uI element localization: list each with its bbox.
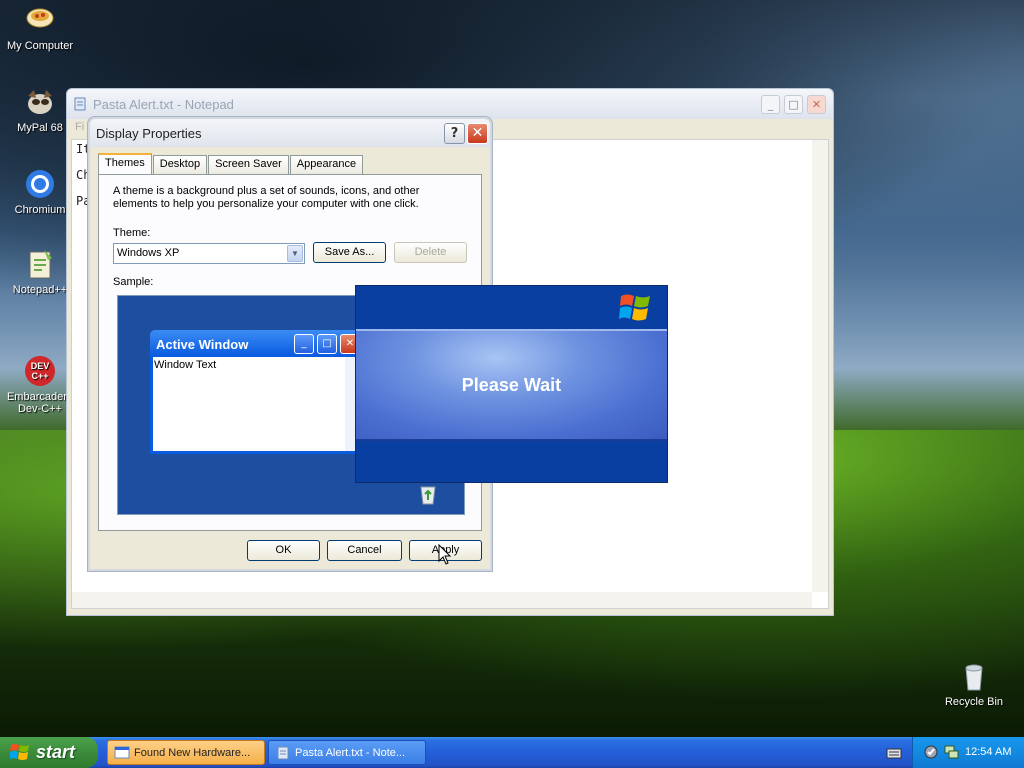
desktop-icon-label: Recycle Bin — [944, 696, 1004, 708]
theme-value: Windows XP — [117, 247, 180, 259]
start-button[interactable]: start — [0, 737, 98, 768]
desktop-icon-my-computer[interactable]: My Computer — [0, 4, 80, 52]
ok-button[interactable]: OK — [247, 540, 320, 561]
windows-logo-icon — [619, 292, 653, 324]
desktop-icon-label: My Computer — [6, 40, 74, 52]
notepad-menu-file[interactable]: Fi — [75, 121, 84, 139]
close-icon: ✕ — [811, 98, 822, 111]
notepadpp-icon — [24, 248, 56, 280]
please-wait-dialog: Please Wait — [355, 285, 668, 483]
dialog-title-bar[interactable]: Display Properties ? ✕ — [90, 119, 490, 147]
tab-appearance[interactable]: Appearance — [289, 155, 364, 174]
chevron-down-icon[interactable]: ▼ — [287, 245, 303, 262]
taskbar-item-label: Pasta Alert.txt - Note... — [295, 747, 406, 759]
close-icon: ✕ — [471, 125, 484, 141]
maximize-icon: □ — [317, 334, 337, 354]
maximize-button[interactable]: □ — [784, 95, 803, 114]
keyboard-icon[interactable] — [886, 746, 902, 763]
tab-strip: Themes Desktop Screen Saver Appearance — [98, 153, 364, 175]
help-icon: ? — [450, 126, 459, 141]
notepad-icon — [74, 97, 86, 111]
theme-description: A theme is a background plus a set of so… — [113, 185, 420, 210]
start-label: start — [36, 742, 76, 762]
dialog-title: Display Properties — [96, 126, 202, 141]
tab-desktop[interactable]: Desktop — [152, 155, 208, 174]
devcpp-icon: DEV C++ — [24, 343, 56, 386]
horizontal-scrollbar[interactable] — [72, 592, 812, 608]
notepad-title-bar[interactable]: Pasta Alert.txt - Notepad — [67, 89, 833, 119]
please-wait-text: Please Wait — [461, 375, 562, 395]
sample-active-window: Active Window _ □ ✕ Window Text — [150, 330, 360, 454]
minimize-icon: _ — [767, 98, 774, 111]
network-icon[interactable] — [943, 744, 959, 763]
hardware-wizard-icon — [114, 746, 130, 760]
sample-window-body: Window Text — [153, 357, 357, 451]
recycle-bin-icon — [958, 660, 990, 692]
help-button[interactable]: ? — [444, 123, 465, 144]
mouse-cursor-icon — [438, 543, 452, 569]
theme-select[interactable]: Windows XP ▼ — [113, 243, 305, 264]
taskbar-item-label: Found New Hardware... — [134, 747, 251, 759]
windows-flag-icon — [10, 743, 30, 761]
save-as-button[interactable]: Save As... — [313, 242, 386, 263]
minimize-icon: _ — [294, 334, 314, 354]
notepad-icon — [275, 746, 291, 760]
taskbar-item-notepad[interactable]: Pasta Alert.txt - Note... — [268, 740, 426, 765]
svg-text:C++: C++ — [31, 371, 48, 381]
minimize-button[interactable]: _ — [761, 95, 780, 114]
close-button[interactable]: ✕ — [807, 95, 826, 114]
delete-button: Delete — [394, 242, 467, 263]
theme-label: Theme: — [113, 227, 151, 239]
mypal-icon — [24, 86, 56, 118]
chromium-icon — [24, 168, 56, 200]
security-center-icon[interactable] — [923, 744, 939, 763]
tab-themes[interactable]: Themes — [98, 153, 152, 175]
taskbar-item-found-new-hardware[interactable]: Found New Hardware... — [107, 740, 265, 765]
tab-screen-saver[interactable]: Screen Saver — [208, 155, 289, 174]
maximize-icon: □ — [788, 98, 799, 111]
vertical-scrollbar[interactable] — [812, 140, 828, 592]
notepad-title: Pasta Alert.txt - Notepad — [93, 96, 234, 112]
sample-label: Sample: — [113, 276, 154, 288]
sample-window-text: Window Text — [154, 359, 217, 371]
svg-text:DEV: DEV — [31, 361, 50, 371]
system-tray: 12:54 AM — [912, 737, 1024, 768]
computer-icon — [24, 4, 56, 36]
clock[interactable]: 12:54 AM — [965, 746, 1011, 758]
cancel-button[interactable]: Cancel — [327, 540, 402, 561]
taskbar: start Found New Hardware... Pasta Alert.… — [0, 737, 1024, 768]
desktop-icon-recycle-bin[interactable]: Recycle Bin — [934, 660, 1014, 708]
recycle-bin-icon — [416, 482, 440, 509]
close-button[interactable]: ✕ — [467, 123, 488, 144]
